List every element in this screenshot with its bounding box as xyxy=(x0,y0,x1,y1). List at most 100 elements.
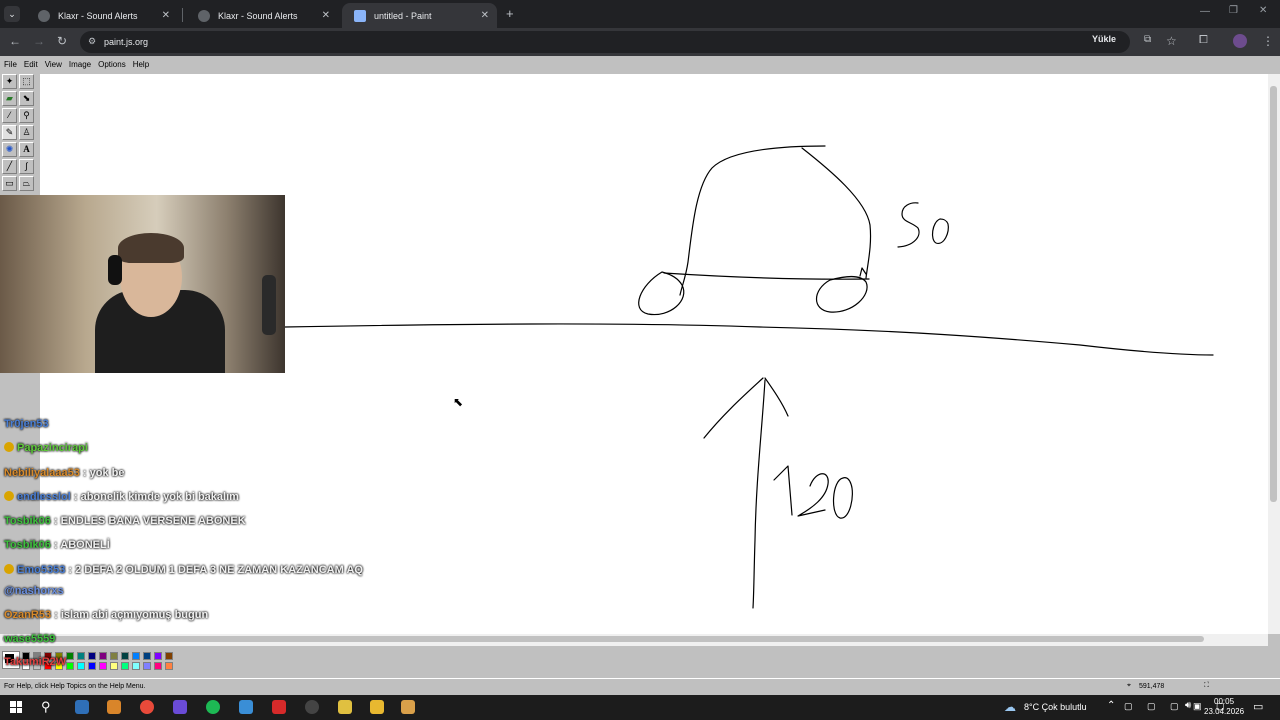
chrome-icon[interactable] xyxy=(140,700,154,714)
palette-swatch[interactable] xyxy=(132,662,140,670)
install-button[interactable]: Yükle xyxy=(1092,34,1116,44)
maximize-icon[interactable]: ❐ xyxy=(1229,5,1238,16)
palette-swatch[interactable] xyxy=(110,662,118,670)
rear-wheel xyxy=(815,275,868,313)
paint-toolbox: ✦ ⬚ ▰ ⬊ ⁄ ⚲ ✎ ♙ ✺ A ╱ ∫ ▭ ⏢ xyxy=(2,74,38,194)
weather-icon: ☁ xyxy=(1004,700,1016,714)
app-icon-6[interactable] xyxy=(239,700,253,714)
chat-message: Papazincirapi xyxy=(4,442,88,454)
fill-bucket-icon[interactable]: ⬊ xyxy=(19,91,34,106)
magnifier-icon[interactable]: ⚲ xyxy=(19,108,34,123)
pencil-icon[interactable]: ✎ xyxy=(2,125,17,140)
menu-edit[interactable]: Edit xyxy=(24,60,38,69)
palette-swatch[interactable] xyxy=(165,662,173,670)
chat-text: islam abi açmıyomuş bugun xyxy=(60,609,209,621)
app-icon-4[interactable] xyxy=(173,700,187,714)
color-palette xyxy=(0,648,1280,678)
curve-tool-icon[interactable]: ∫ xyxy=(19,159,34,174)
palette-swatch[interactable] xyxy=(154,662,162,670)
text-tool-icon[interactable]: A xyxy=(19,142,34,157)
tab-paint[interactable]: untitled - Paint ✕ xyxy=(342,3,497,28)
microphone xyxy=(262,275,276,335)
reload-icon[interactable]: ↻ xyxy=(57,34,67,48)
palette-swatch[interactable] xyxy=(66,652,74,660)
horizontal-scroll-thumb[interactable] xyxy=(2,636,1204,642)
menu-view[interactable]: View xyxy=(45,60,62,69)
palette-swatch[interactable] xyxy=(165,652,173,660)
spotify-icon[interactable] xyxy=(206,700,220,714)
back-arrow-icon[interactable]: ← xyxy=(9,34,21,48)
clock-time[interactable]: 00:05 xyxy=(1214,697,1234,706)
chat-username: endlesslol xyxy=(17,491,71,503)
close-window-icon[interactable]: ✕ xyxy=(1259,5,1267,16)
sub-badge-icon xyxy=(4,564,14,574)
close-icon[interactable]: ✕ xyxy=(162,10,170,21)
windows-start-icon[interactable] xyxy=(10,701,22,713)
app-icon-2[interactable] xyxy=(107,700,121,714)
app-icon-8[interactable] xyxy=(305,700,319,714)
notification-icon[interactable]: ▭ xyxy=(1253,700,1263,713)
minimize-icon[interactable]: — xyxy=(1200,6,1210,17)
file-explorer-icon[interactable] xyxy=(370,700,384,714)
more-menu-icon[interactable]: ⋮ xyxy=(1262,34,1274,48)
translate-icon[interactable]: ⧉ xyxy=(1144,34,1151,45)
status-help-text: For Help, click Help Topics on the Help … xyxy=(4,683,146,690)
free-select-icon[interactable]: ✦ xyxy=(2,74,17,89)
car-body xyxy=(679,145,826,296)
chat-message: Emo5353 : 2 DEFA 2 OLDUM 1 DEFA 3 NE ZAM… xyxy=(4,564,363,576)
palette-swatch[interactable] xyxy=(99,662,107,670)
volume-icon[interactable]: 🔊︎ xyxy=(1185,700,1191,711)
palette-swatch[interactable] xyxy=(77,662,85,670)
palette-swatch[interactable] xyxy=(88,662,96,670)
palette-swatch[interactable] xyxy=(77,652,85,660)
close-icon[interactable]: ✕ xyxy=(322,10,330,21)
search-icon[interactable]: ⚲ xyxy=(41,699,51,715)
extensions-icon[interactable]: ⧠ xyxy=(1199,34,1208,47)
eraser-icon[interactable]: ▰ xyxy=(2,91,17,106)
forward-arrow-icon[interactable]: → xyxy=(33,34,45,48)
rect-select-icon[interactable]: ⬚ xyxy=(19,74,34,89)
line-tool-icon[interactable]: ╱ xyxy=(2,159,17,174)
app-icon-7[interactable] xyxy=(272,700,286,714)
clock-date[interactable]: 23.04.2026 xyxy=(1204,707,1244,716)
bookmark-star-icon[interactable]: ☆ xyxy=(1166,34,1177,48)
brush-icon[interactable]: ♙ xyxy=(19,125,34,140)
polygon-tool-icon[interactable]: ⏢ xyxy=(19,176,34,191)
arrow-head-right xyxy=(764,377,789,417)
app-icon-1[interactable] xyxy=(75,700,89,714)
color-picker-icon[interactable]: ⁄ xyxy=(2,108,17,123)
tab-list-button[interactable]: ⌄ xyxy=(4,6,20,22)
profile-avatar[interactable] xyxy=(1233,34,1247,48)
close-icon[interactable]: ✕ xyxy=(481,10,489,21)
rectangle-tool-icon[interactable]: ▭ xyxy=(2,176,17,191)
palette-swatch[interactable] xyxy=(132,652,140,660)
tray-chevron-icon[interactable]: ⌃ xyxy=(1107,700,1115,711)
menu-file[interactable]: File xyxy=(4,60,17,69)
palette-swatch[interactable] xyxy=(121,652,129,660)
menu-options[interactable]: Options xyxy=(98,60,126,69)
front-wheel xyxy=(638,271,685,316)
address-bar[interactable]: ⚙ paint.js.org xyxy=(80,31,1130,53)
palette-swatch[interactable] xyxy=(110,652,118,660)
digit-0 xyxy=(931,218,949,244)
app-icon-11[interactable] xyxy=(401,700,415,714)
palette-swatch[interactable] xyxy=(154,652,162,660)
airbrush-icon[interactable]: ✺ xyxy=(2,142,17,157)
weather-text[interactable]: 8°C Çok bulutlu xyxy=(1024,702,1087,712)
palette-swatch[interactable] xyxy=(99,652,107,660)
palette-swatch[interactable] xyxy=(143,662,151,670)
menu-help[interactable]: Help xyxy=(133,60,149,69)
new-tab-button[interactable]: + xyxy=(506,6,514,21)
vertical-scroll-thumb[interactable] xyxy=(1270,86,1277,502)
tab-klaxr-1[interactable]: Klaxr - Sound Alerts ✕ xyxy=(26,3,178,28)
palette-swatch[interactable] xyxy=(143,652,151,660)
car-roof-right xyxy=(801,147,872,279)
site-info-icon[interactable]: ⚙ xyxy=(88,36,96,47)
palette-swatch[interactable] xyxy=(88,652,96,660)
tab-klaxr-2[interactable]: Klaxr - Sound Alerts ✕ xyxy=(186,3,338,28)
palette-swatch[interactable] xyxy=(66,662,74,670)
app-icon-9[interactable] xyxy=(338,700,352,714)
chat-message: endlesslol : abonelik kimde yok bi bakal… xyxy=(4,491,239,503)
menu-image[interactable]: Image xyxy=(69,60,91,69)
palette-swatch[interactable] xyxy=(121,662,129,670)
